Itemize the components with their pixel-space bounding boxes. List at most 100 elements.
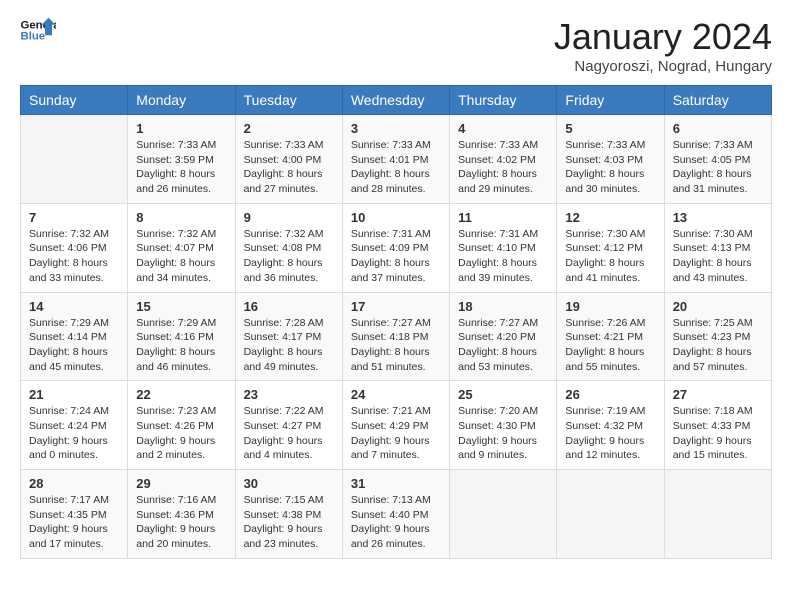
day-number: 13	[673, 210, 763, 225]
day-cell: 1 Sunrise: 7:33 AMSunset: 3:59 PMDaylight…	[128, 115, 235, 204]
weekday-header-sunday: Sunday	[21, 86, 128, 115]
day-cell: 10Sunrise: 7:31 AMSunset: 4:09 PMDayligh…	[342, 203, 449, 292]
day-number: 2	[244, 121, 334, 136]
month-title: January 2024	[554, 16, 772, 58]
day-info: Sunrise: 7:28 AMSunset: 4:17 PMDaylight:…	[244, 316, 334, 375]
day-cell: 8 Sunrise: 7:32 AMSunset: 4:07 PMDaylight…	[128, 203, 235, 292]
day-info: Sunrise: 7:33 AMSunset: 4:02 PMDaylight:…	[458, 138, 548, 197]
day-cell: 13 Sunrise: 7:30 AMSunset: 4:13 PMDayligh…	[664, 203, 771, 292]
day-cell: 31 Sunrise: 7:13 AMSunset: 4:40 PMDayligh…	[342, 470, 449, 559]
day-info: Sunrise: 7:32 AMSunset: 4:08 PMDaylight:…	[244, 227, 334, 286]
day-number: 26	[565, 387, 655, 402]
header: General Blue January 2024 Nagyoroszi, No…	[20, 16, 772, 75]
day-info: Sunrise: 7:18 AMSunset: 4:33 PMDaylight:…	[673, 404, 763, 463]
day-number: 6	[673, 121, 763, 136]
day-number: 7	[29, 210, 119, 225]
day-info: Sunrise: 7:24 AMSunset: 4:24 PMDaylight:…	[29, 404, 119, 463]
weekday-header-friday: Friday	[557, 86, 664, 115]
day-cell: 24 Sunrise: 7:21 AMSunset: 4:29 PMDayligh…	[342, 381, 449, 470]
day-cell: 26Sunrise: 7:19 AMSunset: 4:32 PMDayligh…	[557, 381, 664, 470]
week-row-1: 1 Sunrise: 7:33 AMSunset: 3:59 PMDaylight…	[21, 115, 772, 204]
day-number: 30	[244, 476, 334, 491]
day-cell: 20Sunrise: 7:25 AMSunset: 4:23 PMDayligh…	[664, 292, 771, 381]
day-info: Sunrise: 7:32 AMSunset: 4:06 PMDaylight:…	[29, 227, 119, 286]
day-number: 12	[565, 210, 655, 225]
day-info: Sunrise: 7:29 AMSunset: 4:16 PMDaylight:…	[136, 316, 226, 375]
day-info: Sunrise: 7:15 AMSunset: 4:38 PMDaylight:…	[244, 493, 334, 552]
day-number: 22	[136, 387, 226, 402]
day-cell: 16 Sunrise: 7:28 AMSunset: 4:17 PMDayligh…	[235, 292, 342, 381]
day-number: 28	[29, 476, 119, 491]
logo-icon: General Blue	[20, 16, 56, 44]
svg-text:Blue: Blue	[21, 31, 46, 43]
day-info: Sunrise: 7:33 AMSunset: 4:00 PMDaylight:…	[244, 138, 334, 197]
title-area: January 2024 Nagyoroszi, Nograd, Hungary	[554, 16, 772, 75]
day-cell: 18 Sunrise: 7:27 AMSunset: 4:20 PMDayligh…	[450, 292, 557, 381]
day-info: Sunrise: 7:25 AMSunset: 4:23 PMDaylight:…	[673, 316, 763, 375]
day-cell	[21, 115, 128, 204]
day-info: Sunrise: 7:30 AMSunset: 4:13 PMDaylight:…	[673, 227, 763, 286]
day-info: Sunrise: 7:13 AMSunset: 4:40 PMDaylight:…	[351, 493, 441, 552]
day-info: Sunrise: 7:33 AMSunset: 4:03 PMDaylight:…	[565, 138, 655, 197]
day-cell: 12 Sunrise: 7:30 AMSunset: 4:12 PMDayligh…	[557, 203, 664, 292]
day-cell: 27 Sunrise: 7:18 AMSunset: 4:33 PMDayligh…	[664, 381, 771, 470]
day-cell: 11 Sunrise: 7:31 AMSunset: 4:10 PMDayligh…	[450, 203, 557, 292]
day-number: 17	[351, 299, 441, 314]
day-cell: 2 Sunrise: 7:33 AMSunset: 4:00 PMDaylight…	[235, 115, 342, 204]
week-row-4: 21 Sunrise: 7:24 AMSunset: 4:24 PMDayligh…	[21, 381, 772, 470]
day-cell: 22 Sunrise: 7:23 AMSunset: 4:26 PMDayligh…	[128, 381, 235, 470]
day-number: 15	[136, 299, 226, 314]
day-info: Sunrise: 7:21 AMSunset: 4:29 PMDaylight:…	[351, 404, 441, 463]
day-info: Sunrise: 7:27 AMSunset: 4:20 PMDaylight:…	[458, 316, 548, 375]
day-info: Sunrise: 7:26 AMSunset: 4:21 PMDaylight:…	[565, 316, 655, 375]
logo: General Blue	[20, 16, 56, 44]
day-number: 5	[565, 121, 655, 136]
day-number: 21	[29, 387, 119, 402]
day-cell: 29Sunrise: 7:16 AMSunset: 4:36 PMDayligh…	[128, 470, 235, 559]
day-cell	[664, 470, 771, 559]
day-cell: 9Sunrise: 7:32 AMSunset: 4:08 PMDaylight…	[235, 203, 342, 292]
day-info: Sunrise: 7:20 AMSunset: 4:30 PMDaylight:…	[458, 404, 548, 463]
day-info: Sunrise: 7:31 AMSunset: 4:10 PMDaylight:…	[458, 227, 548, 286]
day-number: 10	[351, 210, 441, 225]
day-number: 8	[136, 210, 226, 225]
day-number: 18	[458, 299, 548, 314]
day-cell: 23 Sunrise: 7:22 AMSunset: 4:27 PMDayligh…	[235, 381, 342, 470]
day-cell: 3 Sunrise: 7:33 AMSunset: 4:01 PMDaylight…	[342, 115, 449, 204]
day-number: 1	[136, 121, 226, 136]
day-info: Sunrise: 7:29 AMSunset: 4:14 PMDaylight:…	[29, 316, 119, 375]
day-number: 3	[351, 121, 441, 136]
day-info: Sunrise: 7:27 AMSunset: 4:18 PMDaylight:…	[351, 316, 441, 375]
day-info: Sunrise: 7:33 AMSunset: 4:05 PMDaylight:…	[673, 138, 763, 197]
week-row-5: 28Sunrise: 7:17 AMSunset: 4:35 PMDayligh…	[21, 470, 772, 559]
day-number: 24	[351, 387, 441, 402]
day-cell: 30 Sunrise: 7:15 AMSunset: 4:38 PMDayligh…	[235, 470, 342, 559]
day-info: Sunrise: 7:30 AMSunset: 4:12 PMDaylight:…	[565, 227, 655, 286]
day-cell: 17 Sunrise: 7:27 AMSunset: 4:18 PMDayligh…	[342, 292, 449, 381]
day-number: 11	[458, 210, 548, 225]
day-cell: 4Sunrise: 7:33 AMSunset: 4:02 PMDaylight…	[450, 115, 557, 204]
day-cell: 19Sunrise: 7:26 AMSunset: 4:21 PMDayligh…	[557, 292, 664, 381]
day-cell: 14Sunrise: 7:29 AMSunset: 4:14 PMDayligh…	[21, 292, 128, 381]
day-number: 23	[244, 387, 334, 402]
day-info: Sunrise: 7:32 AMSunset: 4:07 PMDaylight:…	[136, 227, 226, 286]
day-number: 25	[458, 387, 548, 402]
day-cell: 6 Sunrise: 7:33 AMSunset: 4:05 PMDaylight…	[664, 115, 771, 204]
weekday-header-monday: Monday	[128, 86, 235, 115]
day-info: Sunrise: 7:33 AMSunset: 3:59 PMDaylight:…	[136, 138, 226, 197]
day-info: Sunrise: 7:22 AMSunset: 4:27 PMDaylight:…	[244, 404, 334, 463]
day-info: Sunrise: 7:16 AMSunset: 4:36 PMDaylight:…	[136, 493, 226, 552]
day-number: 31	[351, 476, 441, 491]
day-cell: 5 Sunrise: 7:33 AMSunset: 4:03 PMDaylight…	[557, 115, 664, 204]
day-info: Sunrise: 7:23 AMSunset: 4:26 PMDaylight:…	[136, 404, 226, 463]
location: Nagyoroszi, Nograd, Hungary	[554, 58, 772, 75]
weekday-header-row: SundayMondayTuesdayWednesdayThursdayFrid…	[21, 86, 772, 115]
weekday-header-wednesday: Wednesday	[342, 86, 449, 115]
day-number: 27	[673, 387, 763, 402]
day-cell	[450, 470, 557, 559]
day-info: Sunrise: 7:33 AMSunset: 4:01 PMDaylight:…	[351, 138, 441, 197]
day-cell: 7 Sunrise: 7:32 AMSunset: 4:06 PMDaylight…	[21, 203, 128, 292]
week-row-2: 7 Sunrise: 7:32 AMSunset: 4:06 PMDaylight…	[21, 203, 772, 292]
weekday-header-tuesday: Tuesday	[235, 86, 342, 115]
day-number: 16	[244, 299, 334, 314]
